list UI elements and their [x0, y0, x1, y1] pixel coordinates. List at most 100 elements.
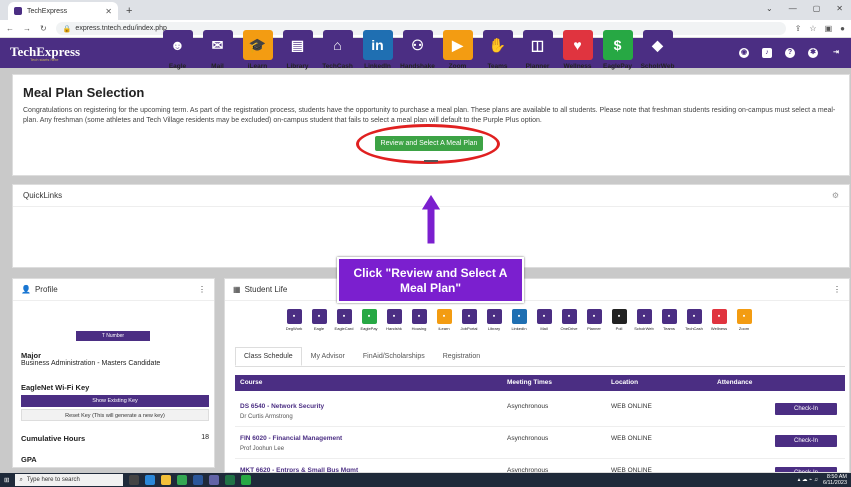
- tab-my-advisor[interactable]: My Advisor: [302, 347, 354, 366]
- quicklink-wellness[interactable]: ♥ Wellness: [560, 30, 595, 70]
- student-link-icon: ▪: [511, 309, 527, 324]
- gear-icon[interactable]: ✱: [808, 48, 818, 58]
- student-link-planner[interactable]: ▪ Planner: [583, 309, 605, 331]
- quicklinks-settings-icon[interactable]: ⚙: [832, 191, 839, 200]
- tab-registration[interactable]: Registration: [434, 347, 489, 366]
- file-explorer-icon[interactable]: [161, 475, 172, 485]
- taskbar-search[interactable]: ⌕ Type here to search: [15, 474, 124, 486]
- chevron-down-icon[interactable]: ⌄: [766, 4, 773, 13]
- major-label: Major: [21, 351, 42, 360]
- dollar-icon: $: [602, 30, 633, 60]
- quicklink-scholrweb[interactable]: ◆ ScholrWeb: [640, 30, 675, 70]
- compass-icon[interactable]: ◉: [739, 48, 749, 58]
- word-icon[interactable]: [193, 475, 204, 485]
- schedule-tabs: Class Schedule My Advisor FinAid/Scholarsh…: [235, 347, 489, 366]
- student-link-library[interactable]: ▪ Library: [483, 309, 505, 331]
- excel-icon[interactable]: [225, 475, 236, 485]
- logo-text: TechExpress: [10, 43, 81, 59]
- student-link-label: Planner: [587, 326, 601, 331]
- edge-icon[interactable]: [145, 475, 156, 485]
- quicklink-ilearn[interactable]: 🎓 iLearn: [240, 30, 275, 70]
- techexpress-logo[interactable]: TechExpress Tech starts here: [10, 45, 80, 62]
- lock-icon: 🔒: [62, 25, 72, 33]
- student-link-eaglecard[interactable]: ▪ EagleCard: [333, 309, 355, 331]
- book-icon: ▤: [282, 30, 313, 60]
- column-header: Meeting Times: [507, 379, 553, 386]
- close-window-icon[interactable]: ✕: [836, 4, 843, 13]
- account-icon[interactable]: ●: [840, 24, 845, 33]
- student-link-techcash[interactable]: ▪ TechCash: [683, 309, 705, 331]
- student-link-degwork[interactable]: ▪ DegWork: [283, 309, 305, 331]
- browser-tab[interactable]: TechExpress ✕: [8, 2, 118, 20]
- t-number-badge: T Number: [76, 331, 150, 341]
- column-header: Attendance: [717, 379, 753, 386]
- show-key-button[interactable]: Show Existing Key: [21, 395, 209, 407]
- share-icon[interactable]: ⇪: [795, 24, 802, 33]
- quicklink-library[interactable]: ▤ Library: [280, 30, 315, 70]
- minimize-icon[interactable]: —: [789, 4, 797, 13]
- student-link-icon: ▪: [386, 309, 402, 324]
- quicklink-planner[interactable]: ◫ Planner: [520, 30, 555, 70]
- check-in-button[interactable]: Check-In: [775, 403, 837, 415]
- course-link[interactable]: FIN 6020 - Financial Management: [240, 435, 342, 442]
- student-life-menu-icon[interactable]: ⋮: [833, 285, 841, 294]
- teams-app-icon[interactable]: [209, 475, 220, 485]
- collapse-handle[interactable]: [424, 160, 438, 162]
- tab-class-schedule[interactable]: Class Schedule: [235, 347, 302, 366]
- student-link-housing[interactable]: ▪ Housing: [408, 309, 430, 331]
- task-view-icon[interactable]: [129, 475, 140, 485]
- sidebar-icon[interactable]: ▣: [825, 24, 833, 33]
- student-link-zoom[interactable]: ▪ Zoom: [733, 309, 755, 331]
- clock[interactable]: 8:50 AM 6/11/2023: [823, 474, 847, 486]
- quicklink-techcash[interactable]: ⌂ TechCash: [320, 30, 355, 70]
- bell-icon[interactable]: ♪: [762, 48, 772, 58]
- help-icon[interactable]: ?: [785, 48, 795, 58]
- student-link-icon: ▪: [536, 309, 552, 324]
- location: WEB ONLINE: [611, 403, 652, 410]
- back-icon[interactable]: ←: [6, 24, 14, 33]
- user-icon: ☻: [162, 30, 193, 60]
- quicklink-mail[interactable]: ✉ Mail: [200, 30, 235, 70]
- student-link-teams[interactable]: ▪ Teams: [658, 309, 680, 331]
- browser-tab-title: TechExpress: [27, 7, 68, 15]
- forward-icon[interactable]: →: [23, 24, 31, 33]
- student-link-wellness[interactable]: ▪ Wellness: [708, 309, 730, 331]
- student-link-onedrive[interactable]: ▪ OneDrive: [558, 309, 580, 331]
- quicklink-eaglepay[interactable]: $ EaglePay: [600, 30, 635, 70]
- quicklink-label: iLearn: [247, 63, 268, 70]
- logo-tagline: Tech starts here: [30, 56, 59, 62]
- maximize-icon[interactable]: ▢: [813, 4, 821, 13]
- logout-icon[interactable]: ⇥: [831, 48, 841, 58]
- camtasia-icon[interactable]: [241, 475, 252, 485]
- student-link-mail[interactable]: ▪ Mail: [533, 309, 555, 331]
- quicklink-handshake[interactable]: ⚇ Handshake: [400, 30, 435, 70]
- new-tab-icon[interactable]: +: [126, 5, 132, 17]
- quicklink-eagle[interactable]: ☻ Eagle: [160, 30, 195, 70]
- quicklink-zoom[interactable]: ▶ Zoom: [440, 30, 475, 70]
- quicklink-label: Library: [286, 63, 309, 70]
- reload-icon[interactable]: ↻: [40, 24, 47, 33]
- tab-finaid-scholarships[interactable]: FinAid/Scholarships: [354, 347, 434, 366]
- quicklink-teams[interactable]: ✋ Teams: [480, 30, 515, 70]
- student-link-eagle[interactable]: ▪ Eagle: [308, 309, 330, 331]
- student-link-eaglepay[interactable]: ▪ EaglePay: [358, 309, 380, 331]
- student-link-poll[interactable]: ▪ Poll: [608, 309, 630, 331]
- course-link[interactable]: DS 6540 - Network Security: [240, 403, 324, 410]
- chrome-icon[interactable]: [177, 475, 188, 485]
- url-text: express.tntech.edu/index.php: [75, 25, 167, 32]
- student-link-handshk[interactable]: ▪ Handshk: [383, 309, 405, 331]
- student-link-ilearn[interactable]: ▪ iLearn: [433, 309, 455, 331]
- profile-menu-icon[interactable]: ⋮: [198, 285, 206, 294]
- quicklink-label: ScholrWeb: [640, 63, 675, 70]
- student-link-jobportal[interactable]: ▪ JobPortal: [458, 309, 480, 331]
- student-link-scholrweb[interactable]: ▪ ScholrWeb: [633, 309, 655, 331]
- student-link-linkedin[interactable]: ▪ LinkedIn: [508, 309, 530, 331]
- tray-icons[interactable]: ▴ ☁ ⌁ ♫: [798, 477, 818, 483]
- bookmark-star-icon[interactable]: ☆: [809, 24, 816, 33]
- close-tab-icon[interactable]: ✕: [105, 7, 112, 16]
- check-in-button[interactable]: Check-In: [775, 435, 837, 447]
- graduation-icon: 🎓: [242, 30, 273, 60]
- reset-key-button[interactable]: Reset Key (This will generate a new key): [21, 409, 209, 421]
- windows-start-icon[interactable]: ⊞: [4, 476, 9, 484]
- quicklink-linkedin[interactable]: in LinkedIn: [360, 30, 395, 70]
